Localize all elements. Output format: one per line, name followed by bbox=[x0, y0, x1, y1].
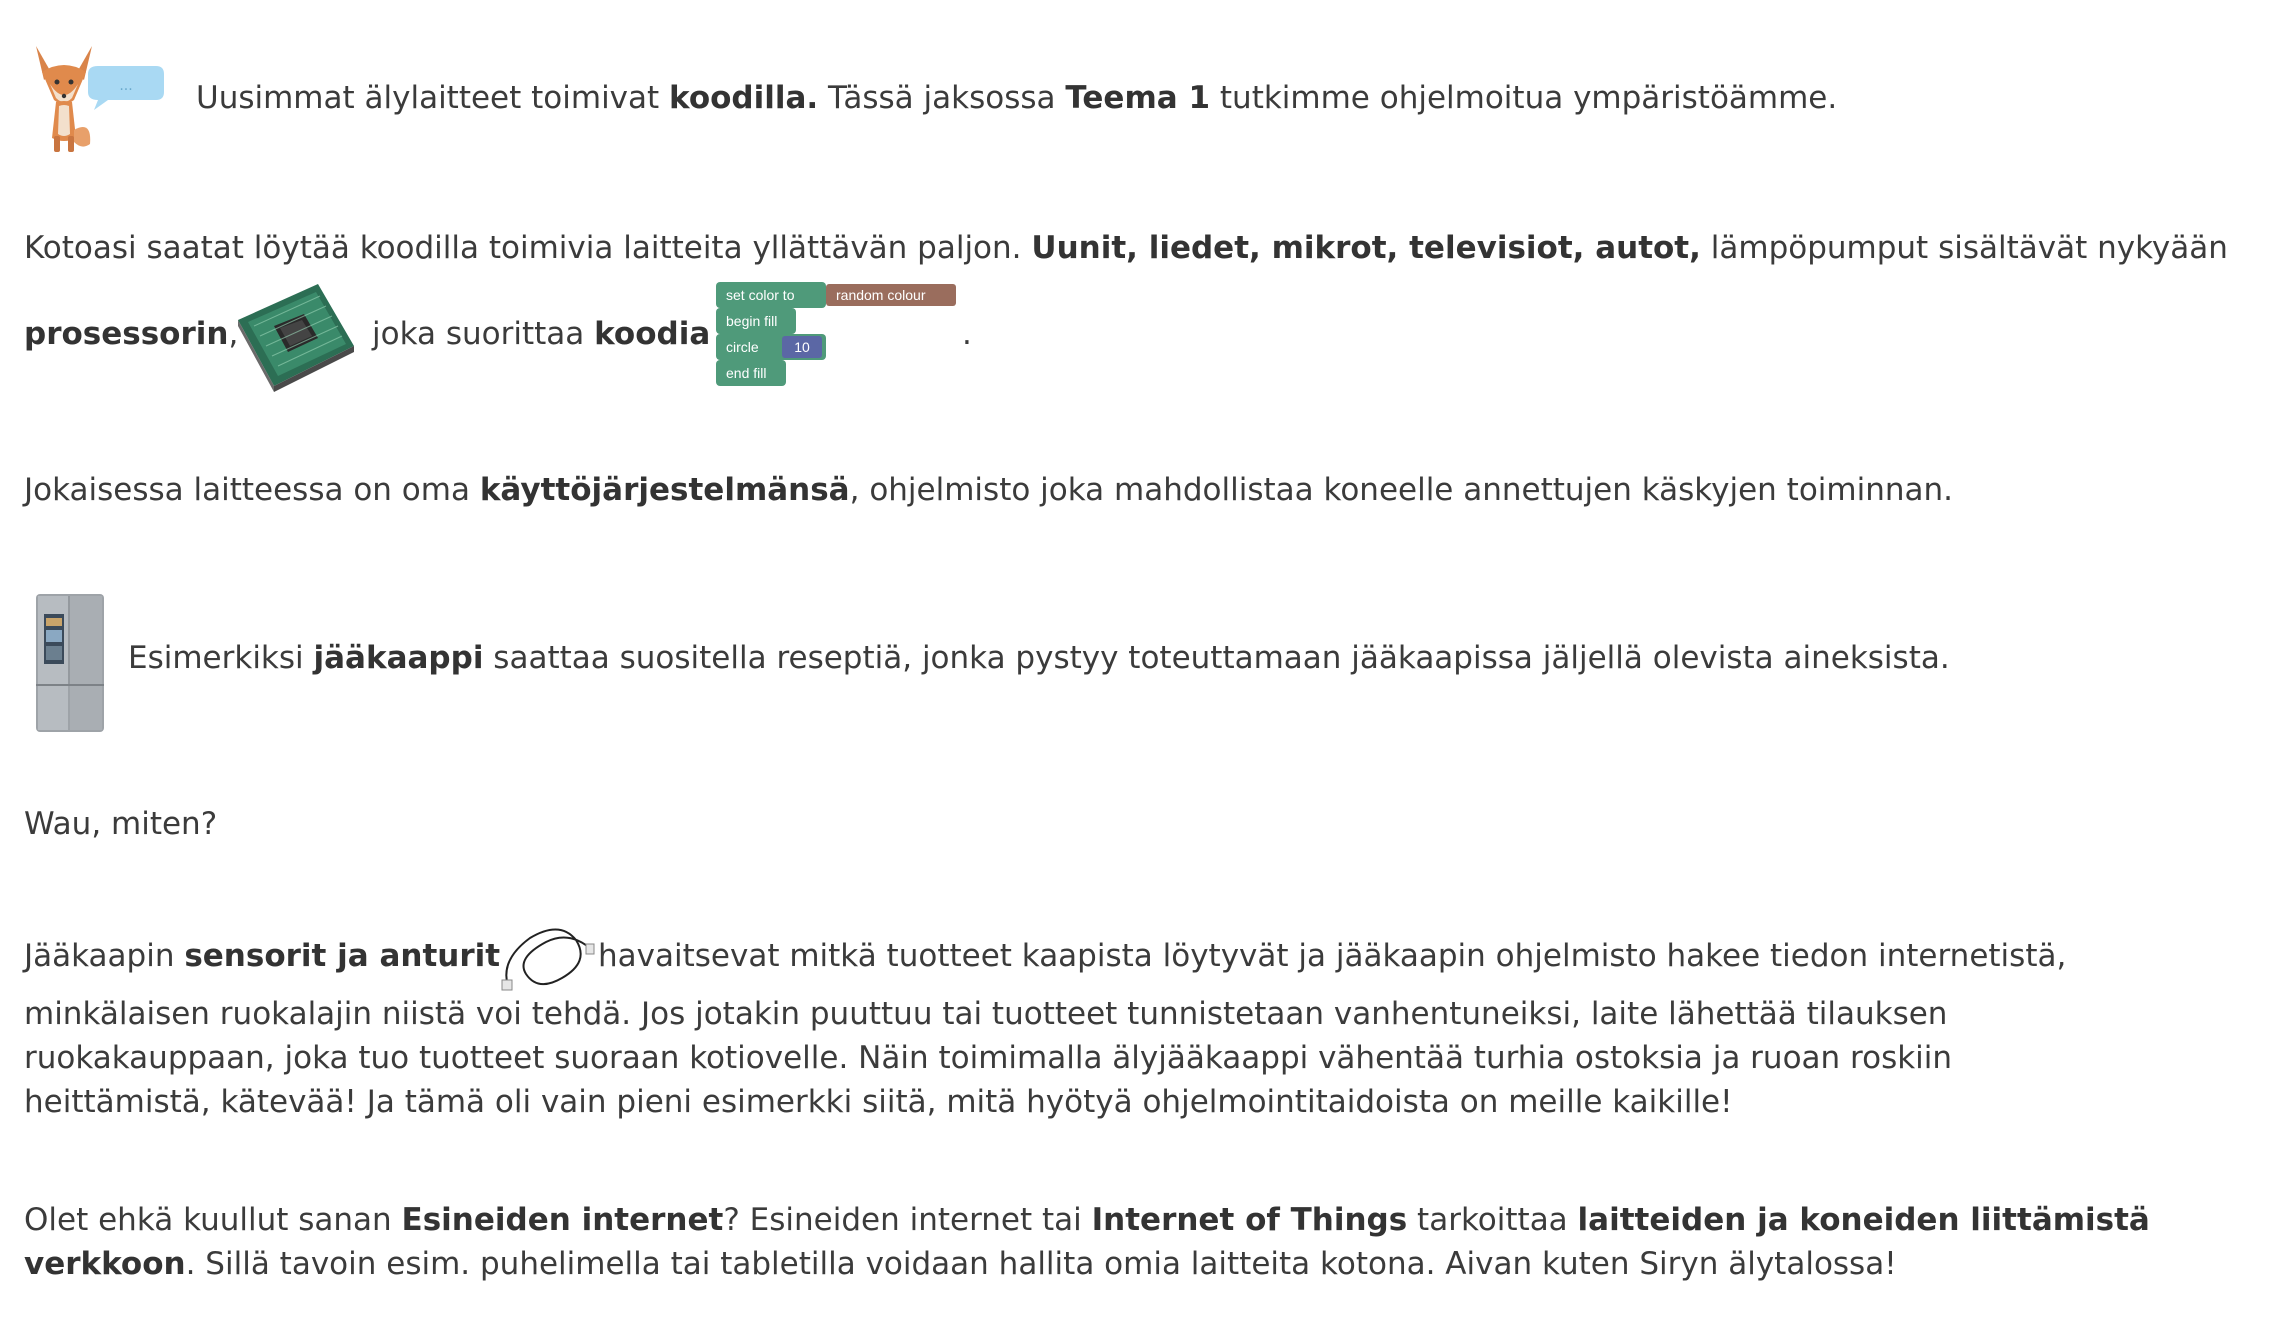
paragraph-devices-line2a: prosessorin, bbox=[24, 312, 238, 356]
para-bold: Internet of Things bbox=[1091, 1202, 1408, 1238]
para-text: Jokaisessa laitteessa on oma bbox=[24, 472, 480, 508]
para-text: tarkoittaa bbox=[1407, 1202, 1578, 1238]
para-bold-jaakaappi: jääkaappi bbox=[313, 640, 484, 676]
block-begin-fill: begin fill bbox=[716, 308, 796, 334]
paragraph-sensors-line2: minkälaisen ruokalajin niistä voi tehdä.… bbox=[24, 996, 1948, 1032]
paragraph-wau: Wau, miten? bbox=[24, 806, 218, 842]
para-bold: Esineiden internet bbox=[401, 1202, 724, 1238]
intro-paragraph: Uusimmat älylaitteet toimivat koodilla. … bbox=[196, 76, 1837, 120]
para-bold: käyttöjärjestelmänsä bbox=[479, 472, 850, 508]
paragraph-sensors-line4: heittämistä, kätevää! Ja tämä oli vain p… bbox=[24, 1084, 1733, 1120]
paragraph-sensors-line3: ruokakauppaan, joka tuo tuotteet suoraan… bbox=[24, 1040, 1953, 1076]
block-color-value: random colour bbox=[826, 284, 956, 306]
para-text: saattaa suositella reseptiä, jonka pysty… bbox=[483, 640, 1950, 676]
para-bold-prosessorin: prosessorin bbox=[24, 316, 229, 352]
block-value-label: random colour bbox=[836, 287, 926, 303]
intro-text: Uusimmat älylaitteet toimivat bbox=[196, 80, 670, 116]
para-text: , ohjelmisto joka mahdollistaa koneelle … bbox=[849, 472, 1954, 508]
para-text: . Sillä tavoin esim. puhelimella tai tab… bbox=[185, 1246, 1897, 1282]
para-bold: sensorit ja anturit bbox=[184, 938, 501, 974]
paragraph-iot-line1: Olet ehkä kuullut sanan Esineiden intern… bbox=[24, 1198, 2150, 1242]
intro-text: tutkimme ohjelmoitua ympäristöämme. bbox=[1210, 80, 1838, 116]
block-value-label: 10 bbox=[794, 339, 810, 355]
para-text: Jääkaapin bbox=[24, 938, 185, 974]
para-bold: laitteiden ja koneiden liittämistä bbox=[1577, 1202, 2150, 1238]
para-text: Esimerkiksi bbox=[128, 640, 314, 676]
para-bold-verkkoon: verkkoon bbox=[24, 1246, 186, 1282]
paragraph-devices-line1: Kotoasi saatat löytää koodilla toimivia … bbox=[24, 226, 2228, 270]
block-set-color: set color to bbox=[716, 282, 826, 308]
processor-chip-icon bbox=[238, 284, 354, 392]
paragraph-os: Jokaisessa laitteessa on oma käyttöjärje… bbox=[24, 468, 1953, 512]
intro-bold-koodilla: koodilla. bbox=[669, 80, 819, 116]
para-text: ? Esineiden internet tai bbox=[723, 1202, 1092, 1238]
para-period: . bbox=[962, 316, 972, 352]
paragraph-sensors-line1b: havaitsevat mitkä tuotteet kaapista löyt… bbox=[598, 938, 2067, 974]
block-label: circle bbox=[726, 339, 759, 355]
block-label: begin fill bbox=[726, 313, 778, 329]
block-label: end fill bbox=[726, 365, 767, 381]
block-label: set color to bbox=[726, 287, 795, 303]
sensor-cable-icon bbox=[501, 928, 595, 991]
fox-mascot-icon: ... bbox=[36, 46, 164, 152]
page: ... Uusimmat älylaitteet toimivat koodil… bbox=[0, 0, 2286, 1322]
para-text: lämpöpumput sisältävät nykyään bbox=[1700, 230, 2228, 266]
para-text: joka suorittaa bbox=[372, 316, 595, 352]
para-bold: Uunit, liedet, mikrot, televisiot, autot… bbox=[1031, 230, 1701, 266]
paragraph-devices-line2b: joka suorittaa koodia bbox=[372, 312, 710, 356]
paragraph-sensors-line1a: Jääkaapin sensorit ja anturit bbox=[24, 934, 500, 978]
para-text: Olet ehkä kuullut sanan bbox=[24, 1202, 402, 1238]
paragraph-fridge: Esimerkiksi jääkaappi saattaa suositella… bbox=[128, 636, 1950, 680]
intro-bold-teema: Teema 1 bbox=[1065, 80, 1211, 116]
smart-fridge-icon bbox=[36, 594, 104, 732]
block-circle-value: 10 bbox=[782, 336, 822, 358]
block-end-fill: end fill bbox=[716, 360, 786, 386]
speech-bubble-text: ... bbox=[119, 78, 132, 94]
para-text: Kotoasi saatat löytää koodilla toimivia … bbox=[24, 230, 1032, 266]
code-blocks-image: set color to random colour begin fill ci… bbox=[716, 282, 956, 396]
paragraph-iot-line2: verkkoon. Sillä tavoin esim. puhelimella… bbox=[24, 1242, 1897, 1286]
intro-text: Tässä jaksossa bbox=[818, 80, 1066, 116]
para-bold-koodia: koodia bbox=[594, 316, 711, 352]
